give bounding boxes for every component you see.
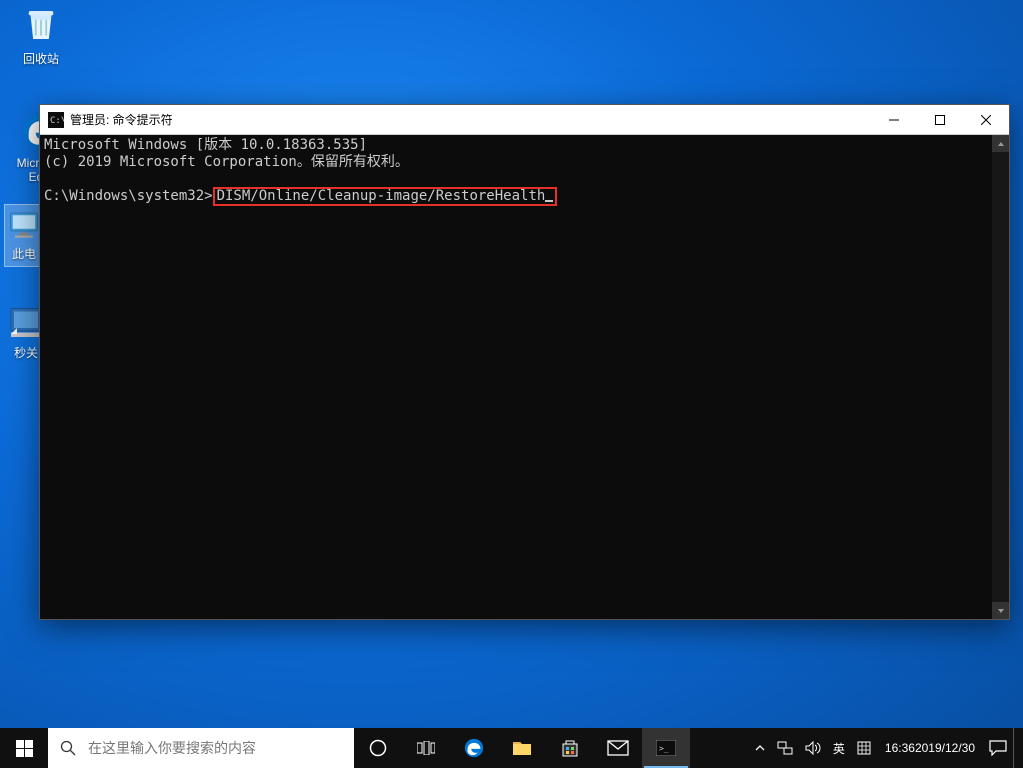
search-icon	[48, 740, 88, 756]
titlebar[interactable]: C:\ 管理员: 命令提示符	[40, 105, 1009, 135]
taskbar-mail[interactable]	[594, 728, 642, 768]
system-tray: 英 16:36 2019/12/30	[749, 728, 1023, 768]
cmd-window: C:\ 管理员: 命令提示符 Microsoft Windows [版本 10.…	[39, 104, 1010, 620]
action-center[interactable]	[983, 728, 1013, 768]
cmd-app-icon: C:\	[48, 112, 64, 128]
copyright-line: (c) 2019 Microsoft Corporation。保留所有权利。	[44, 154, 409, 170]
typed-command: DISM/Online/Cleanup-image/RestoreHealth	[217, 188, 546, 204]
show-desktop-button[interactable]	[1013, 728, 1019, 768]
close-button[interactable]	[963, 105, 1009, 135]
tray-ime-pad[interactable]	[851, 728, 877, 768]
vertical-scrollbar[interactable]	[992, 135, 1009, 619]
folder-icon	[512, 739, 532, 757]
scroll-thumb[interactable]	[992, 152, 1009, 602]
cmd-body[interactable]: Microsoft Windows [版本 10.0.18363.535] (c…	[40, 135, 1009, 619]
search-placeholder: 在这里输入你要搜索的内容	[88, 738, 256, 758]
pinned-apps: >_	[354, 728, 690, 768]
terminal-icon: >_	[656, 740, 676, 756]
icon-label: 回收站	[4, 50, 78, 67]
taskbar: 在这里输入你要搜索的内容 >_ 英 16:36 2019/12/30	[0, 728, 1023, 768]
window-title: 管理员: 命令提示符	[70, 111, 173, 128]
tray-clock[interactable]: 16:36 2019/12/30	[877, 728, 983, 768]
windows-logo-icon	[16, 740, 33, 757]
ime-pad-icon	[857, 741, 871, 755]
text-cursor	[545, 200, 553, 202]
desktop-icon-recycle-bin[interactable]: 回收站	[4, 4, 78, 67]
version-line: Microsoft Windows [版本 10.0.18363.535]	[44, 137, 367, 153]
store-icon	[560, 738, 580, 758]
chevron-up-icon	[755, 743, 765, 753]
minimize-button[interactable]	[871, 105, 917, 135]
clock-time: 16:36	[885, 741, 915, 755]
svg-text:>_: >_	[659, 744, 669, 753]
mail-icon	[607, 740, 629, 756]
notification-icon	[989, 740, 1007, 756]
tray-ime[interactable]: 英	[827, 728, 851, 768]
desktop-icon-this-pc[interactable]: 此电	[4, 204, 44, 267]
taskbar-cmd[interactable]: >_	[642, 728, 690, 768]
edge-icon	[463, 737, 485, 759]
cortana-icon	[369, 739, 387, 757]
taskbar-search[interactable]: 在这里输入你要搜索的内容	[48, 728, 354, 768]
scroll-up-button[interactable]	[992, 135, 1009, 152]
taskbar-explorer[interactable]	[498, 728, 546, 768]
task-view-icon	[417, 741, 435, 755]
svg-text:C:\: C:\	[50, 116, 64, 126]
clock-date: 2019/12/30	[915, 741, 975, 755]
task-view-button[interactable]	[402, 728, 450, 768]
scroll-down-button[interactable]	[992, 602, 1009, 619]
taskbar-store[interactable]	[546, 728, 594, 768]
maximize-button[interactable]	[917, 105, 963, 135]
cortana-button[interactable]	[354, 728, 402, 768]
tray-overflow[interactable]	[749, 728, 771, 768]
taskbar-edge[interactable]	[450, 728, 498, 768]
command-highlight: DISM/Online/Cleanup-image/RestoreHealth	[213, 187, 558, 206]
recycle-bin-icon	[20, 4, 62, 46]
start-button[interactable]	[0, 728, 48, 768]
computer-icon	[6, 209, 42, 241]
tray-network[interactable]	[771, 728, 799, 768]
prompt-text: C:\Windows\system32>	[44, 188, 213, 204]
terminal-output[interactable]: Microsoft Windows [版本 10.0.18363.535] (c…	[40, 135, 992, 619]
icon-label: 此电	[5, 245, 43, 262]
speaker-icon	[805, 741, 821, 755]
tray-volume[interactable]	[799, 728, 827, 768]
network-icon	[777, 741, 793, 755]
